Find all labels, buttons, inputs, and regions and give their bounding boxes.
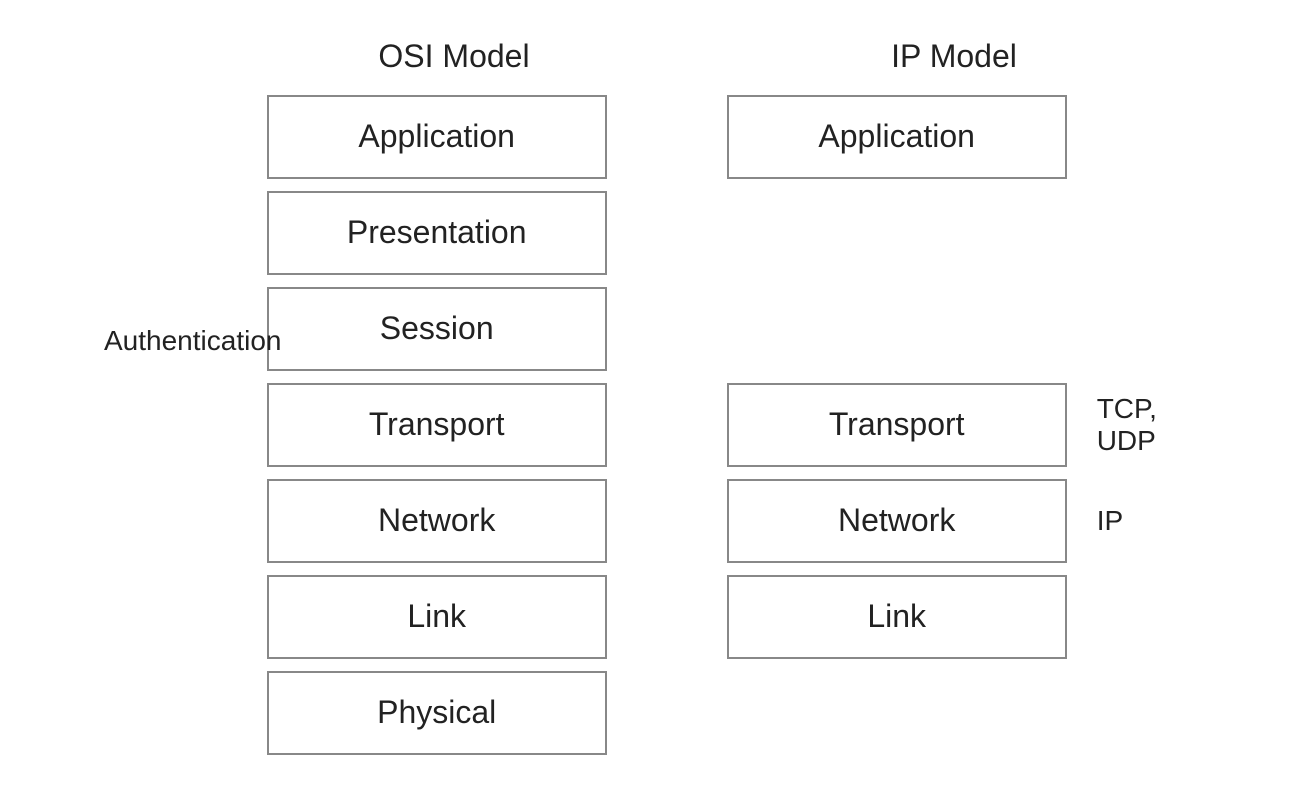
osi-layer-network: Network [267,479,607,563]
right-spacer-session [1087,287,1204,371]
ip-column: Application Transport Network Link [727,95,1067,755]
right-label-tcp-udp: TCP, UDP [1087,383,1204,467]
right-spacer-physical [1087,671,1204,755]
right-label-ip: IP [1087,479,1204,563]
columns-header: OSI Model IP Model [104,38,1204,75]
ip-layer-network: Network [727,479,1067,563]
right-labels: TCP, UDP IP [1087,95,1204,755]
right-spacer-link [1087,575,1204,659]
right-spacer-presentation [1087,191,1204,275]
ip-layer-link: Link [727,575,1067,659]
osi-model-header: OSI Model [264,38,644,75]
osi-column: Application Presentation Session Transpo… [267,95,607,755]
osi-layer-session: Session [267,287,607,371]
ip-model-header: IP Model [764,38,1144,75]
diagram-container: OSI Model IP Model Authentication Applic… [104,38,1204,755]
osi-layer-presentation: Presentation [267,191,607,275]
ip-layer-transport: Transport [727,383,1067,467]
right-spacer-application [1087,95,1204,179]
osi-layer-transport: Transport [267,383,607,467]
authentication-label: Authentication [104,325,281,357]
osi-layer-physical: Physical [267,671,607,755]
rows-area: Authentication Application Presentation … [104,95,1204,755]
ip-layer-application: Application [727,95,1067,179]
osi-layer-link: Link [267,575,607,659]
osi-layer-application: Application [267,95,607,179]
